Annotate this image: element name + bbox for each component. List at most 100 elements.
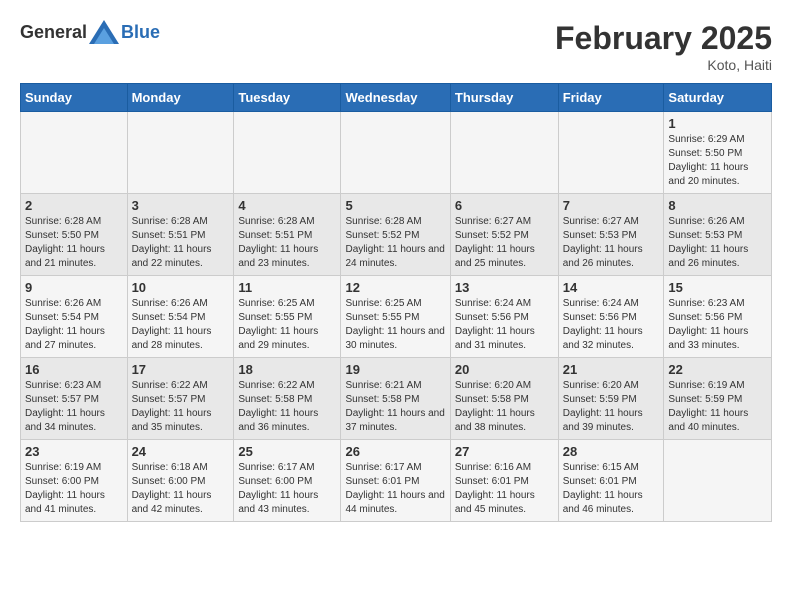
calendar-cell: 13Sunrise: 6:24 AM Sunset: 5:56 PM Dayli… <box>450 276 558 358</box>
calendar-cell: 17Sunrise: 6:22 AM Sunset: 5:57 PM Dayli… <box>127 358 234 440</box>
calendar-header-saturday: Saturday <box>664 84 772 112</box>
day-info: Sunrise: 6:17 AM Sunset: 6:00 PM Dayligh… <box>238 461 336 517</box>
day-number: 18 <box>238 362 336 377</box>
calendar-cell: 12 Sunrise: 6:25 AM Sunset: 5:55 PM Dayli… <box>341 276 450 358</box>
calendar-week-3: 16 Sunrise: 6:23 AM Sunset: 5:57 PM Dayli… <box>21 358 772 440</box>
day-number: 25 <box>238 444 336 459</box>
calendar-cell: 18 Sunrise: 6:22 AM Sunset: 5:58 PM Dayli… <box>234 358 341 440</box>
calendar-cell <box>664 440 772 522</box>
day-number: 22 <box>668 362 767 377</box>
calendar-cell: 21 Sunrise: 6:20 AM Sunset: 5:59 PM Dayli… <box>558 358 664 440</box>
calendar-cell: 16 Sunrise: 6:23 AM Sunset: 5:57 PM Dayli… <box>21 358 128 440</box>
calendar-header-friday: Friday <box>558 84 664 112</box>
day-number: 23 <box>25 444 123 459</box>
calendar-header-thursday: Thursday <box>450 84 558 112</box>
calendar-cell <box>341 112 450 194</box>
day-number: 21 <box>563 362 660 377</box>
calendar-table: SundayMondayTuesdayWednesdayThursdayFrid… <box>20 83 772 522</box>
day-info: Sunrise: 6:17 AM Sunset: 6:01 PM Dayligh… <box>345 461 445 517</box>
day-number: 27 <box>455 444 554 459</box>
day-number: 12 <box>345 280 445 295</box>
logo-icon <box>89 20 119 44</box>
day-info: Sunrise: 6:25 AM Sunset: 5:55 PM Dayligh… <box>345 297 445 353</box>
day-info: Sunrise: 6:27 AM Sunset: 5:52 PM Dayligh… <box>455 215 554 271</box>
day-info: Sunrise: 6:23 AM Sunset: 5:57 PM Dayligh… <box>25 379 123 435</box>
calendar-cell: 27 Sunrise: 6:16 AM Sunset: 6:01 PM Dayli… <box>450 440 558 522</box>
calendar-cell: 23Sunrise: 6:19 AM Sunset: 6:00 PM Dayli… <box>21 440 128 522</box>
day-number: 20 <box>455 362 554 377</box>
day-info: Sunrise: 6:23 AM Sunset: 5:56 PM Dayligh… <box>668 297 767 353</box>
day-number: 8 <box>668 198 767 213</box>
day-info: Sunrise: 6:20 AM Sunset: 5:59 PM Dayligh… <box>563 379 660 435</box>
day-number: 16 <box>25 362 123 377</box>
calendar-cell <box>234 112 341 194</box>
day-info: Sunrise: 6:21 AM Sunset: 5:58 PM Dayligh… <box>345 379 445 435</box>
day-number: 28 <box>563 444 660 459</box>
day-info: Sunrise: 6:15 AM Sunset: 6:01 PM Dayligh… <box>563 461 660 517</box>
day-info: Sunrise: 6:16 AM Sunset: 6:01 PM Dayligh… <box>455 461 554 517</box>
calendar-cell <box>21 112 128 194</box>
day-number: 19 <box>345 362 445 377</box>
calendar-cell: 24 Sunrise: 6:18 AM Sunset: 6:00 PM Dayli… <box>127 440 234 522</box>
logo-general-text: General <box>20 22 87 43</box>
day-info: Sunrise: 6:20 AM Sunset: 5:58 PM Dayligh… <box>455 379 554 435</box>
calendar-header-sunday: Sunday <box>21 84 128 112</box>
calendar-cell: 11Sunrise: 6:25 AM Sunset: 5:55 PM Dayli… <box>234 276 341 358</box>
day-number: 9 <box>25 280 123 295</box>
day-info: Sunrise: 6:26 AM Sunset: 5:54 PM Dayligh… <box>132 297 230 353</box>
day-number: 3 <box>132 198 230 213</box>
calendar-cell: 2Sunrise: 6:28 AM Sunset: 5:50 PM Daylig… <box>21 194 128 276</box>
logo-blue-text: Blue <box>121 22 160 43</box>
calendar-cell: 3 Sunrise: 6:28 AM Sunset: 5:51 PM Daylig… <box>127 194 234 276</box>
day-info: Sunrise: 6:26 AM Sunset: 5:53 PM Dayligh… <box>668 215 767 271</box>
calendar-cell: 22 Sunrise: 6:19 AM Sunset: 5:59 PM Dayli… <box>664 358 772 440</box>
day-number: 4 <box>238 198 336 213</box>
calendar-cell: 4 Sunrise: 6:28 AM Sunset: 5:51 PM Daylig… <box>234 194 341 276</box>
calendar-header-monday: Monday <box>127 84 234 112</box>
day-info: Sunrise: 6:28 AM Sunset: 5:51 PM Dayligh… <box>238 215 336 271</box>
calendar-cell: 14 Sunrise: 6:24 AM Sunset: 5:56 PM Dayli… <box>558 276 664 358</box>
day-number: 14 <box>563 280 660 295</box>
day-number: 5 <box>345 198 445 213</box>
calendar-week-0: 1Sunrise: 6:29 AM Sunset: 5:50 PM Daylig… <box>21 112 772 194</box>
calendar-cell <box>450 112 558 194</box>
calendar-cell: 9 Sunrise: 6:26 AM Sunset: 5:54 PM Daylig… <box>21 276 128 358</box>
day-number: 10 <box>132 280 230 295</box>
day-info: Sunrise: 6:19 AM Sunset: 5:59 PM Dayligh… <box>668 379 767 435</box>
day-info: Sunrise: 6:18 AM Sunset: 6:00 PM Dayligh… <box>132 461 230 517</box>
month-title: February 2025 <box>555 20 772 57</box>
day-number: 13 <box>455 280 554 295</box>
calendar-week-1: 2Sunrise: 6:28 AM Sunset: 5:50 PM Daylig… <box>21 194 772 276</box>
calendar-cell: 5 Sunrise: 6:28 AM Sunset: 5:52 PM Daylig… <box>341 194 450 276</box>
day-info: Sunrise: 6:28 AM Sunset: 5:51 PM Dayligh… <box>132 215 230 271</box>
day-info: Sunrise: 6:22 AM Sunset: 5:57 PM Dayligh… <box>132 379 230 435</box>
day-info: Sunrise: 6:22 AM Sunset: 5:58 PM Dayligh… <box>238 379 336 435</box>
calendar-cell: 25 Sunrise: 6:17 AM Sunset: 6:00 PM Dayli… <box>234 440 341 522</box>
calendar-cell <box>558 112 664 194</box>
page-header: General Blue February 2025 Koto, Haiti <box>20 20 772 73</box>
calendar-week-4: 23Sunrise: 6:19 AM Sunset: 6:00 PM Dayli… <box>21 440 772 522</box>
day-info: Sunrise: 6:25 AM Sunset: 5:55 PM Dayligh… <box>238 297 336 353</box>
day-number: 2 <box>25 198 123 213</box>
calendar-cell: 19 Sunrise: 6:21 AM Sunset: 5:58 PM Dayli… <box>341 358 450 440</box>
calendar-cell: 8 Sunrise: 6:26 AM Sunset: 5:53 PM Daylig… <box>664 194 772 276</box>
calendar-cell: 7 Sunrise: 6:27 AM Sunset: 5:53 PM Daylig… <box>558 194 664 276</box>
logo: General Blue <box>20 20 160 44</box>
calendar-header-wednesday: Wednesday <box>341 84 450 112</box>
day-number: 1 <box>668 116 767 131</box>
calendar-cell: 15Sunrise: 6:23 AM Sunset: 5:56 PM Dayli… <box>664 276 772 358</box>
title-block: February 2025 Koto, Haiti <box>555 20 772 73</box>
calendar-cell: 1Sunrise: 6:29 AM Sunset: 5:50 PM Daylig… <box>664 112 772 194</box>
day-info: Sunrise: 6:26 AM Sunset: 5:54 PM Dayligh… <box>25 297 123 353</box>
calendar-body: 1Sunrise: 6:29 AM Sunset: 5:50 PM Daylig… <box>21 112 772 522</box>
calendar-cell: 6Sunrise: 6:27 AM Sunset: 5:52 PM Daylig… <box>450 194 558 276</box>
day-info: Sunrise: 6:28 AM Sunset: 5:52 PM Dayligh… <box>345 215 445 271</box>
calendar-cell: 26 Sunrise: 6:17 AM Sunset: 6:01 PM Dayli… <box>341 440 450 522</box>
day-number: 7 <box>563 198 660 213</box>
calendar-cell: 28 Sunrise: 6:15 AM Sunset: 6:01 PM Dayli… <box>558 440 664 522</box>
day-info: Sunrise: 6:27 AM Sunset: 5:53 PM Dayligh… <box>563 215 660 271</box>
day-number: 24 <box>132 444 230 459</box>
day-number: 26 <box>345 444 445 459</box>
day-info: Sunrise: 6:24 AM Sunset: 5:56 PM Dayligh… <box>563 297 660 353</box>
calendar-header-row: SundayMondayTuesdayWednesdayThursdayFrid… <box>21 84 772 112</box>
